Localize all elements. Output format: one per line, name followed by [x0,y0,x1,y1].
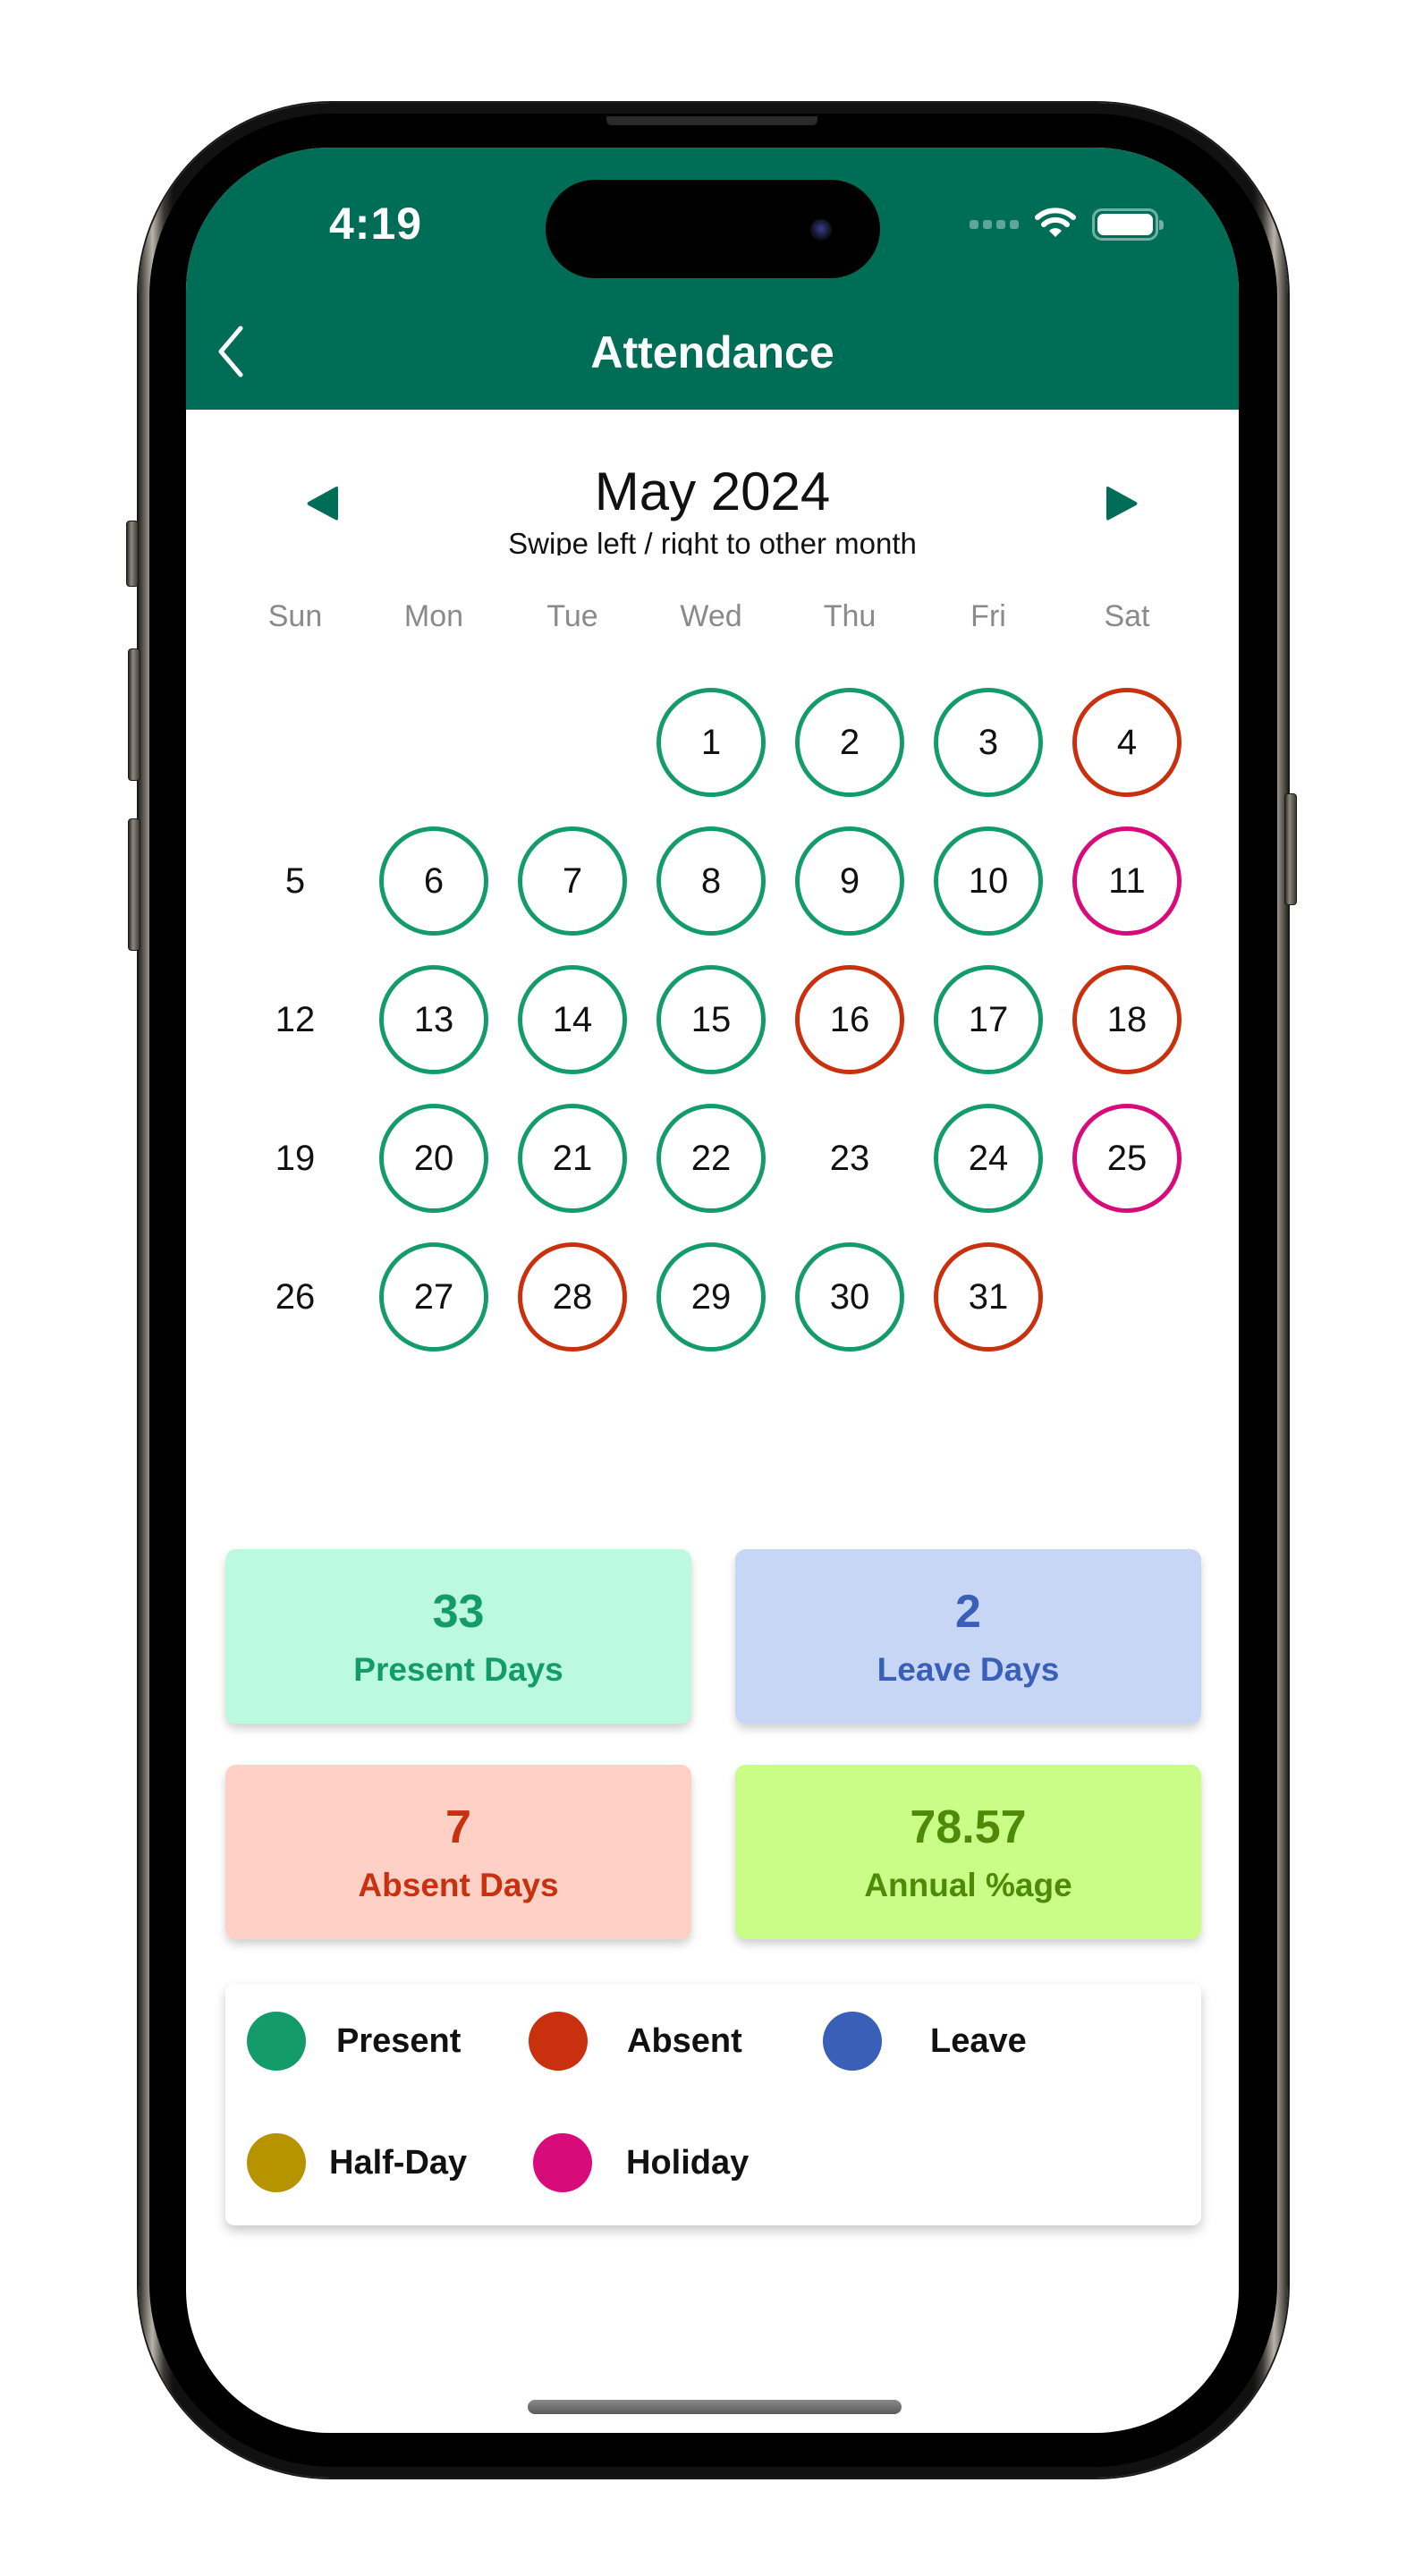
swipe-hint: Swipe left / right to other month [186,523,1239,555]
page-title: Attendance [590,327,834,377]
holiday-dot-icon [533,2133,592,2192]
calendar-day-21[interactable]: 21 [518,1104,627,1213]
action-button [126,521,139,587]
calendar-day-15[interactable]: 15 [656,965,766,1074]
calendar-day-12[interactable]: 12 [241,965,350,1074]
weekday-label: Mon [403,599,464,633]
calendar-day-9[interactable]: 9 [795,826,904,936]
volume-up-button [128,648,140,781]
calendar-day-4[interactable]: 4 [1072,688,1182,797]
absent-dot-icon [529,2012,588,2071]
legend-item-absent: Absent [529,2012,742,2071]
swipe-hint-text: Swipe left / right to other month [508,527,917,555]
calendar-day-2[interactable]: 2 [795,688,904,797]
annual-percentage-card: 78.57 Annual %age [735,1765,1201,1939]
present-dot-icon [247,2012,306,2071]
app-header: 4:19 Attendance [186,148,1239,410]
leave-days-card: 2 Leave Days [735,1549,1201,1724]
home-indicator[interactable] [528,2400,902,2414]
calendar-day-26[interactable]: 26 [241,1242,350,1352]
app-screen: 4:19 Attendance May 2024 Swipe left / ri… [186,148,1239,2433]
calendar-day-30[interactable]: 30 [795,1242,904,1352]
legend-item-present: Present [247,2012,461,2071]
calendar-day-27[interactable]: 27 [379,1242,488,1352]
legend-label: Present [336,2021,462,2060]
dynamic-island [546,180,880,278]
weekday-label: Tue [546,599,598,633]
weekday-label: Sun [267,599,323,633]
calendar-day-8[interactable]: 8 [656,826,766,936]
calendar-day-7[interactable]: 7 [518,826,627,936]
cellular-signal-icon [970,220,1019,229]
calendar-day-23[interactable]: 23 [795,1104,904,1213]
calendar-day-17[interactable]: 17 [934,965,1043,1074]
legend-item-holiday: Holiday [533,2133,749,2192]
calendar-day-5[interactable]: 5 [241,826,350,936]
annual-percentage-value: 78.57 [910,1801,1027,1853]
month-navigator[interactable]: May 2024 Swipe left / right to other mon… [186,452,1239,559]
status-icons [970,207,1164,243]
calendar-day-3[interactable]: 3 [934,688,1043,797]
calendar-day-25[interactable]: 25 [1072,1104,1182,1213]
next-month-button[interactable] [1096,479,1149,532]
calendar-day-10[interactable]: 10 [934,826,1043,936]
weekday-label: Thu [823,599,877,633]
status-time: 4:19 [329,199,423,249]
weekday-label: Sat [1104,599,1150,633]
calendar-day-13[interactable]: 13 [379,965,488,1074]
calendar-day-20[interactable]: 20 [379,1104,488,1213]
present-days-value: 33 [432,1585,485,1638]
front-camera-icon [810,219,832,241]
phone-speaker [606,116,817,125]
legend-item-leave: Leave [823,2012,1027,2071]
calendar-day-24[interactable]: 24 [934,1104,1043,1213]
triangle-right-icon [1105,484,1140,528]
legend-label: Half-Day [329,2143,468,2182]
calendar-day-6[interactable]: 6 [379,826,488,936]
present-days-card: 33 Present Days [225,1549,691,1724]
calendar-day-19[interactable]: 19 [241,1104,350,1213]
legend-item-half-day: Half-Day [247,2133,467,2192]
calendar-day-14[interactable]: 14 [518,965,627,1074]
calendar-day-29[interactable]: 29 [656,1242,766,1352]
weekday-label: Wed [680,599,742,633]
weekday-header: Sun Mon Tue Wed Thu Fri Sat [186,599,1239,644]
wifi-icon [1035,207,1076,243]
legend-label: Holiday [626,2143,750,2182]
weekday-label: Fri [970,599,1006,633]
absent-days-label: Absent Days [358,1866,559,1903]
legend-label: Absent [627,2021,742,2060]
calendar-day-31[interactable]: 31 [934,1242,1043,1352]
legend-label: Leave [930,2021,1027,2060]
half-day-dot-icon [247,2133,306,2192]
present-days-label: Present Days [353,1650,563,1688]
leave-days-label: Leave Days [877,1650,1060,1688]
power-button [1284,793,1297,905]
annual-percentage-label: Annual %age [864,1866,1072,1903]
status-legend: Present Absent Leave Half-Day Holiday [225,1984,1201,2225]
calendar-day-22[interactable]: 22 [656,1104,766,1213]
calendar-day-16[interactable]: 16 [795,965,904,1074]
month-title: May 2024 [594,462,831,521]
calendar-day-1[interactable]: 1 [656,688,766,797]
calendar-day-18[interactable]: 18 [1072,965,1182,1074]
leave-days-value: 2 [955,1585,981,1638]
absent-days-card: 7 Absent Days [225,1765,691,1939]
calendar-day-28[interactable]: 28 [518,1242,627,1352]
battery-icon [1092,208,1164,241]
volume-down-button [128,818,140,951]
leave-dot-icon [823,2012,882,2071]
calendar-day-11[interactable]: 11 [1072,826,1182,936]
absent-days-value: 7 [445,1801,471,1853]
